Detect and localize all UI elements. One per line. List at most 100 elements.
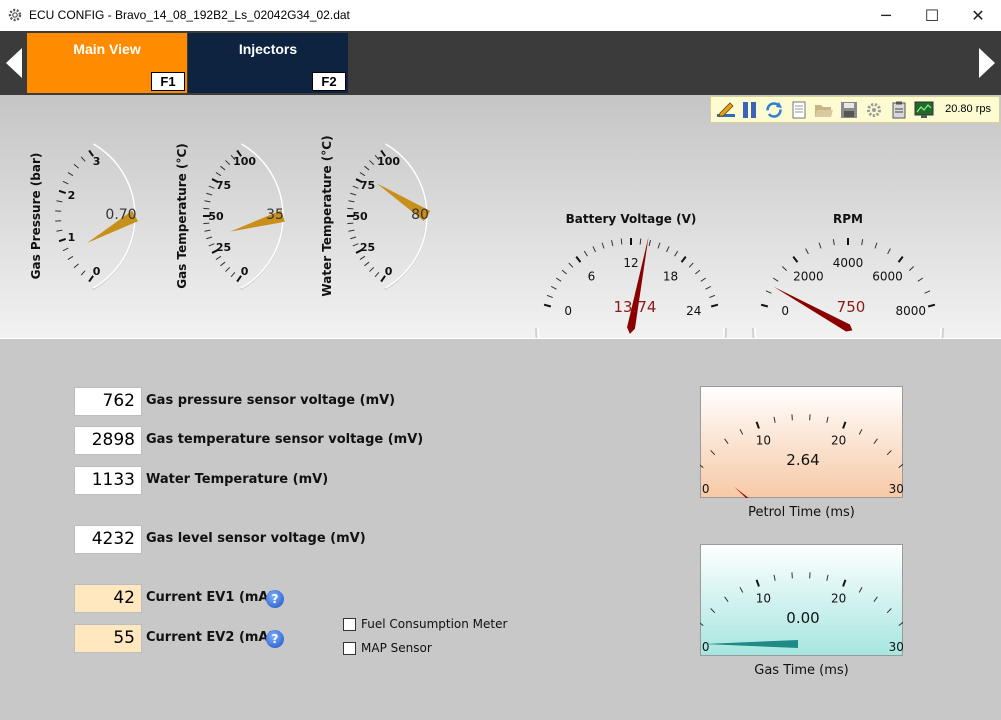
settings-icon[interactable] <box>864 101 884 119</box>
tab-injectors-key: F2 <box>312 72 346 91</box>
gauge-title: Battery Voltage (V) <box>566 212 697 226</box>
water-temperature-value: 1133 <box>74 466 142 495</box>
map-sensor-label: MAP Sensor <box>361 641 432 655</box>
gauge-minor-tick <box>359 255 366 260</box>
gauge-minor-tick <box>352 185 359 189</box>
gauge-tick-label: 0 <box>702 482 710 496</box>
current-ev1-value: 42 <box>74 584 142 613</box>
gauge-minor-tick <box>709 294 716 299</box>
gas-time-caption: Gas Time (ms) <box>754 663 849 678</box>
gauge-minor-tick <box>832 239 835 246</box>
gauge-minor-tick <box>62 247 69 252</box>
gauge-value: 2.64 <box>786 451 819 469</box>
gauge-minor-tick <box>772 277 779 282</box>
gauge-minor-tick <box>583 250 588 257</box>
rps-readout: 20.80 rps <box>945 103 991 115</box>
save-icon[interactable] <box>839 101 859 119</box>
gauge-minor-tick <box>550 285 557 290</box>
gauge-minor-tick <box>348 229 355 232</box>
gauge-minor-tick <box>347 222 354 225</box>
gauges-svg: 01230.70Gas Pressure (bar) 025507510035G… <box>29 135 944 338</box>
gauge-minor-tick <box>700 277 707 282</box>
gauge-value: 750 <box>837 298 866 316</box>
map-sensor-checkbox[interactable] <box>343 642 356 655</box>
minimize-button[interactable]: ─ <box>863 0 909 31</box>
gauge-tick-label: 20 <box>831 592 846 606</box>
gauge-tick-label: 0 <box>241 265 249 278</box>
gauge-tick-label: 75 <box>360 179 375 192</box>
gauge-tick-label: 2000 <box>793 269 824 283</box>
gauge-value: 0.70 <box>105 207 136 223</box>
gauge-tick-label: 75 <box>216 179 231 192</box>
gauge-major-tick <box>58 189 67 194</box>
edit-icon[interactable] <box>716 101 736 119</box>
water-temperature-label: Water Temperature (mV) <box>146 472 329 487</box>
gauge-minor-tick <box>765 290 772 294</box>
gauge-tick-label: 6000 <box>872 269 903 283</box>
document-icon[interactable] <box>789 101 809 119</box>
gauge-minor-tick <box>225 267 231 272</box>
nav-left-arrow-icon[interactable] <box>4 46 24 80</box>
gauge-title: Water Temperature (°C) <box>320 135 334 296</box>
gauge-major-tick <box>760 303 769 308</box>
help-ev1-icon[interactable]: ? <box>266 590 284 608</box>
gauge-battery-voltage: 0 6 12 18 24 13.74 Battery Voltage (V) <box>535 212 727 338</box>
gauge-water-temperature: 0 25 50 75100 80 Water Temperature (°C) <box>320 135 431 297</box>
tab-injectors[interactable]: Injectors F2 <box>188 33 348 93</box>
monitor-icon[interactable] <box>914 101 934 119</box>
gas-pressure-voltage-label: Gas pressure sensor voltage (mV) <box>146 393 396 408</box>
gauge-minor-tick <box>204 200 211 203</box>
close-button[interactable]: ✕ <box>955 0 1001 31</box>
gauge-minor-tick <box>73 263 79 269</box>
gas-time-gauge: 0 10 20 30 0.00 <box>700 544 903 656</box>
gauge-minor-tick <box>204 229 211 232</box>
gauge-tick-label: 0 <box>93 265 101 278</box>
nav-right-arrow-icon[interactable] <box>977 46 997 80</box>
maximize-button[interactable]: ☐ <box>909 0 955 31</box>
gauge-minor-tick <box>67 172 74 177</box>
gauge-minor-tick <box>805 248 809 255</box>
pause-icon[interactable] <box>740 101 760 119</box>
gas-temperature-voltage-label: Gas temperature sensor voltage (mV) <box>146 432 424 447</box>
gauge-major-tick <box>58 238 67 243</box>
gauge-minor-tick <box>350 236 357 240</box>
gauge-tick-label: 50 <box>352 210 368 223</box>
gauge-tick-label: 1 <box>68 231 76 244</box>
gauge-tick-label: 10 <box>756 592 771 606</box>
title-bar: ECU CONFIG - Bravo_14_08_192B2_Ls_02042G… <box>0 0 1001 32</box>
gauge-major-tick <box>897 255 904 263</box>
refresh-icon[interactable] <box>764 101 784 119</box>
gauge-major-tick <box>680 255 687 263</box>
gauge-minor-tick <box>546 294 553 299</box>
clipboard-icon[interactable] <box>889 101 909 119</box>
gauge-gas-pressure: 0 1 2 3 0.70 Gas Pressure (bar) <box>29 141 138 291</box>
gauge-minor-tick <box>657 242 661 249</box>
gauge-title: RPM <box>833 212 863 226</box>
gauge-tick-label: 30 <box>889 482 903 496</box>
open-folder-icon[interactable] <box>814 101 834 119</box>
gauge-minor-tick <box>887 248 891 255</box>
gauge-value: 80 <box>411 207 429 223</box>
maximize-icon: ☐ <box>924 6 940 25</box>
gauge-minor-tick <box>67 255 74 260</box>
gauge-minor-tick <box>347 207 354 210</box>
help-ev2-icon[interactable]: ? <box>266 630 284 648</box>
gauge-tick-label: 0 <box>385 265 393 278</box>
gauge-tick-label: 10 <box>756 434 771 448</box>
gauge-gas-temperature: 0 25 50 75100 35 Gas Temperature (°C) <box>175 141 285 291</box>
petrol-time-caption: Petrol Time (ms) <box>748 505 855 520</box>
gauge-minor-tick <box>350 192 357 196</box>
tab-main-view[interactable]: Main View F1 <box>27 33 187 93</box>
current-ev2-label: Current EV2 (mA) <box>146 630 275 645</box>
gauge-minor-tick <box>620 238 623 245</box>
gas-temperature-voltage-value: 2898 <box>74 426 142 455</box>
gauge-minor-tick <box>818 242 822 249</box>
gauge-minor-tick <box>592 246 596 253</box>
minimize-icon: ─ <box>881 6 891 25</box>
gauge-minor-tick <box>601 242 605 249</box>
gauge-major-tick <box>792 255 799 263</box>
gauge-tick-label: 6 <box>588 269 596 283</box>
gauge-minor-tick <box>364 165 370 171</box>
fuel-consumption-meter-checkbox[interactable] <box>343 618 356 631</box>
gauge-minor-tick <box>230 271 236 278</box>
